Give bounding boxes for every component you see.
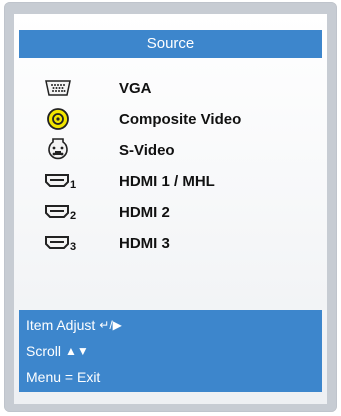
source-item-hdmi-1-mhl[interactable]: 1 HDMI 1 / MHL <box>19 168 322 194</box>
hdmi-port-icon: 2 <box>45 199 85 225</box>
help-scroll-label: Scroll <box>26 343 62 359</box>
help-scroll: Scroll ▲▼ <box>26 341 89 361</box>
help-footer: Item Adjust ↵/▶ Scroll ▲▼ Menu = Exit <box>19 310 322 392</box>
source-item-hdmi-3[interactable]: 3 HDMI 3 <box>19 230 322 256</box>
source-item-composite-video[interactable]: Composite Video <box>19 106 322 132</box>
composite-video-port-icon <box>45 106 85 132</box>
help-menu-exit-label: Menu = Exit <box>26 369 101 385</box>
source-item-s-video[interactable]: S-Video <box>19 137 322 163</box>
hdmi-port-icon: 3 <box>45 230 85 256</box>
s-video-port-icon <box>45 137 85 163</box>
source-item-hdmi-2[interactable]: 2 HDMI 2 <box>19 199 322 225</box>
hdmi-port-number: 1 <box>70 179 77 191</box>
source-item-label: HDMI 1 / MHL <box>119 172 215 190</box>
help-menu-exit: Menu = Exit <box>26 367 100 387</box>
source-item-label: VGA <box>119 79 152 97</box>
menu-title: Source <box>19 30 322 58</box>
up-down-arrow-icon: ▲▼ <box>65 344 89 358</box>
enter-right-arrow-icon: ↵/▶ <box>99 318 122 332</box>
source-item-vga[interactable]: VGA <box>19 75 322 101</box>
hdmi-port-number: 2 <box>70 210 77 222</box>
source-item-label: HDMI 3 <box>119 234 170 252</box>
source-item-label: Composite Video <box>119 110 242 128</box>
help-item-adjust-label: Item Adjust <box>26 317 96 333</box>
source-item-label: S-Video <box>119 141 175 159</box>
hdmi-port-icon: 1 <box>45 168 85 194</box>
help-item-adjust: Item Adjust ↵/▶ <box>26 315 122 335</box>
hdmi-port-number: 3 <box>70 241 77 253</box>
source-item-label: HDMI 2 <box>119 203 170 221</box>
vga-port-icon <box>45 75 85 101</box>
